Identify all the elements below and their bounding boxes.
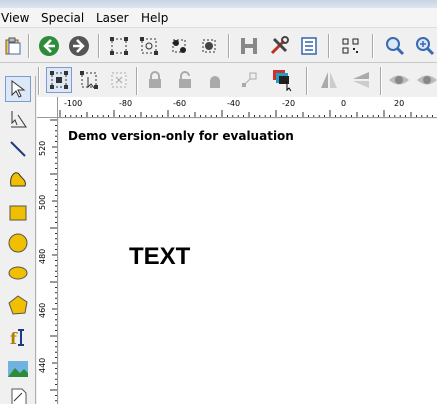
- color-layers-icon[interactable]: [270, 67, 296, 93]
- ruler-label: -80: [119, 99, 133, 108]
- forward-arrow-icon[interactable]: [66, 33, 92, 59]
- ruler-label: 0: [341, 99, 347, 108]
- ruler-label: -100: [64, 99, 83, 108]
- ruler-label: 480: [38, 248, 47, 264]
- toolbar-separator: [372, 34, 374, 58]
- text-object[interactable]: TEXT: [129, 243, 190, 271]
- text-tool-icon[interactable]: f: [5, 324, 31, 350]
- ruler-label: -40: [227, 99, 241, 108]
- menu-laser[interactable]: Laser: [96, 11, 129, 25]
- vertical-ruler[interactable]: 520 500 480 460 440: [37, 118, 58, 404]
- eye-off-icon[interactable]: [414, 67, 437, 93]
- vector-file-icon[interactable]: [5, 384, 31, 404]
- toolbar-separator: [228, 34, 230, 58]
- zoom-in-icon[interactable]: [382, 33, 408, 59]
- ellipse-icon[interactable]: [5, 260, 31, 286]
- ruler-label: 460: [38, 302, 47, 318]
- ruler-label: -20: [282, 99, 296, 108]
- demo-notice: Demo version-only for evaluation: [68, 129, 294, 143]
- toolbar-separator: [380, 67, 382, 95]
- horizontal-ruler[interactable]: -100 -80 -60 -40 -20 0 20: [58, 97, 437, 118]
- line-icon[interactable]: [5, 136, 31, 162]
- toolbar-separator: [38, 67, 40, 95]
- main-toolbar: [0, 29, 437, 63]
- align-icon[interactable]: [236, 67, 262, 93]
- group-icon[interactable]: [106, 33, 132, 59]
- lock-solid-icon[interactable]: [202, 67, 228, 93]
- menu-help[interactable]: Help: [141, 11, 168, 25]
- rectangle-icon[interactable]: [5, 200, 31, 226]
- eye-icon[interactable]: [386, 67, 412, 93]
- ungroup-icon[interactable]: [136, 33, 162, 59]
- edit-toolbar: [0, 64, 437, 98]
- ruler-label: 520: [38, 140, 47, 156]
- hatch-icon[interactable]: [236, 33, 262, 59]
- menu-special[interactable]: Special: [41, 11, 84, 25]
- toolbar-separator: [98, 34, 100, 58]
- ruler-corner: [37, 97, 58, 118]
- ungroup-dots-icon[interactable]: [196, 33, 222, 59]
- clipboard-icon[interactable]: [0, 33, 26, 59]
- window-title-bar-edge: [0, 0, 437, 8]
- zoom-icon[interactable]: [412, 33, 437, 59]
- ruler-label: 500: [38, 194, 47, 210]
- circle-icon[interactable]: [5, 230, 31, 256]
- lock-open-icon[interactable]: [172, 67, 198, 93]
- select-group-icon[interactable]: [46, 67, 72, 93]
- menu-bar: View Special Laser Help: [0, 8, 437, 28]
- ruler-label: 440: [38, 357, 47, 373]
- image-icon[interactable]: [5, 356, 31, 382]
- toolbar-separator: [328, 34, 330, 58]
- mirror-horizontal-icon[interactable]: [316, 67, 342, 93]
- menu-view[interactable]: View: [1, 11, 29, 25]
- toolbar-separator: [306, 67, 308, 95]
- node-edit-icon[interactable]: [5, 106, 31, 132]
- polygon-icon[interactable]: [5, 292, 31, 318]
- mirror-vertical-icon[interactable]: [348, 67, 374, 93]
- drawing-canvas[interactable]: Demo version-only for evaluation TEXT: [59, 119, 437, 404]
- ruler-label: 20: [394, 99, 405, 108]
- select-disabled-icon[interactable]: [106, 67, 132, 93]
- back-arrow-icon[interactable]: [36, 33, 62, 59]
- ruler-label: -60: [173, 99, 187, 108]
- group-dots-icon[interactable]: [166, 33, 192, 59]
- lock-icon[interactable]: [142, 67, 168, 93]
- tools-icon[interactable]: [266, 33, 292, 59]
- barcode-icon[interactable]: [338, 33, 364, 59]
- drawing-toolbox: f: [0, 76, 36, 404]
- list-icon[interactable]: [296, 33, 322, 59]
- select-node-icon[interactable]: [76, 67, 102, 93]
- pointer-icon[interactable]: [5, 76, 31, 102]
- toolbar-separator: [28, 34, 30, 58]
- toolbar-separator: [136, 67, 138, 95]
- svg-text:f: f: [10, 329, 18, 348]
- curve-icon[interactable]: [5, 166, 31, 192]
